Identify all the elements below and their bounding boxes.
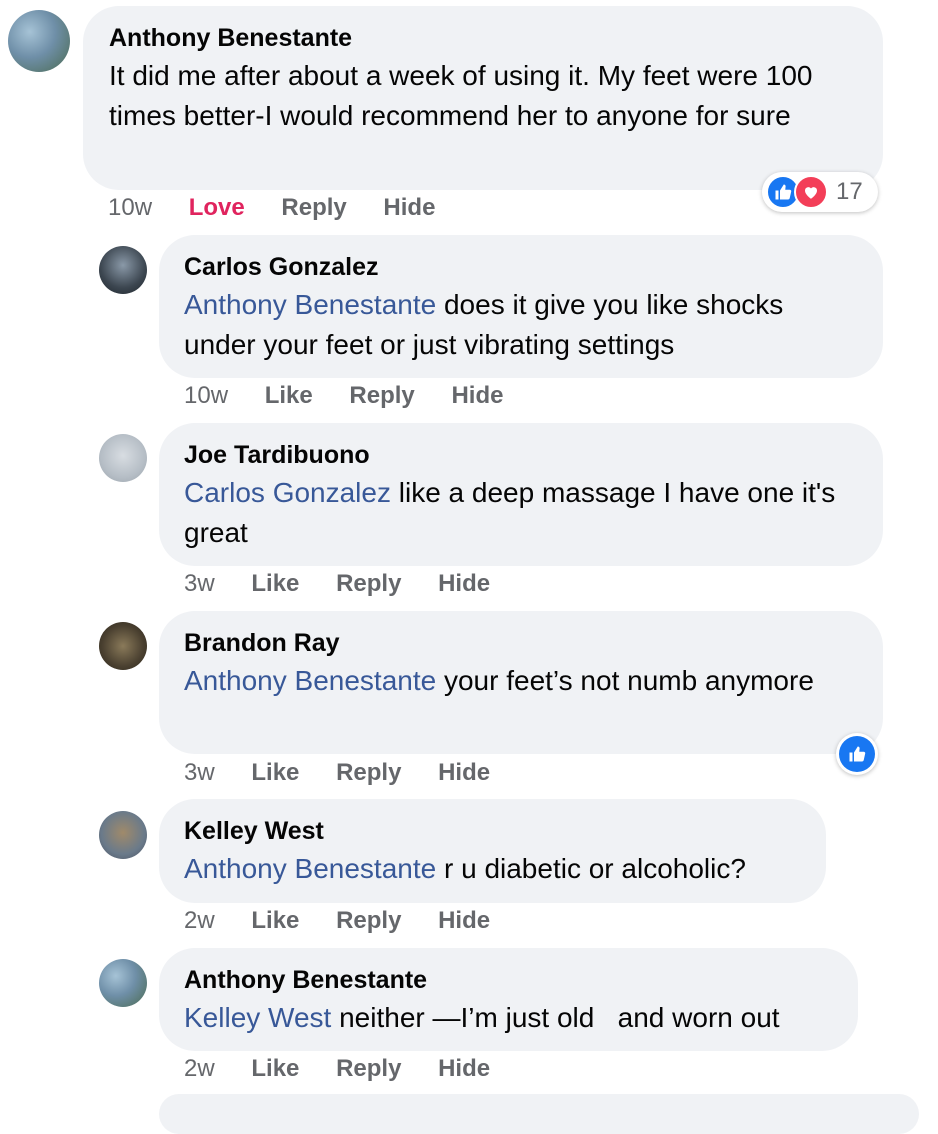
mention-link[interactable]: Anthony Benestante xyxy=(184,853,436,884)
love-icon xyxy=(794,175,828,209)
hide-button[interactable]: Hide xyxy=(438,1054,490,1084)
comment-bubble: Brandon Ray Anthony Benestante your feet… xyxy=(159,611,883,754)
comment-bubble: Kelley West Anthony Benestante r u diabe… xyxy=(159,799,826,903)
reply-button[interactable]: Reply xyxy=(336,569,401,599)
comment-author[interactable]: Joe Tardibuono xyxy=(184,439,858,471)
comment-author[interactable]: Anthony Benestante xyxy=(184,964,833,996)
comment-author[interactable]: Brandon Ray xyxy=(184,627,858,659)
comment-body: your feet’s not numb anymore xyxy=(436,665,814,696)
avatar[interactable] xyxy=(99,811,147,859)
comment-bubble: Joe Tardibuono Carlos Gonzalez like a de… xyxy=(159,423,883,566)
hide-button[interactable]: Hide xyxy=(438,758,490,788)
comment-author[interactable]: Carlos Gonzalez xyxy=(184,251,858,283)
like-button[interactable]: Like xyxy=(251,569,299,599)
comment-timestamp[interactable]: 2w xyxy=(184,1054,215,1084)
comment-actions: 2w Like Reply Hide xyxy=(184,906,520,936)
avatar[interactable] xyxy=(99,434,147,482)
comment-timestamp[interactable]: 3w xyxy=(184,758,215,788)
comment-actions: 10w Love Reply Hide xyxy=(108,193,465,223)
comment-actions: 3w Like Reply Hide xyxy=(184,569,520,599)
comment-timestamp[interactable]: 10w xyxy=(184,381,228,411)
like-button[interactable]: Like xyxy=(251,1054,299,1084)
avatar[interactable] xyxy=(99,622,147,670)
avatar[interactable] xyxy=(8,10,70,72)
comment-body: neither —I’m just old and worn out xyxy=(331,1002,780,1033)
comment-text: Kelley West neither —I’m just old and wo… xyxy=(184,998,833,1038)
comment-bubble: Anthony Benestante Kelley West neither —… xyxy=(159,948,858,1051)
avatar[interactable] xyxy=(99,246,147,294)
comment-bubble xyxy=(159,1094,919,1134)
comment-text: Anthony Benestante does it give you like… xyxy=(184,285,858,365)
like-button[interactable]: Like xyxy=(265,381,313,411)
comment-actions: 3w Like Reply Hide xyxy=(184,758,520,788)
reply-button[interactable]: Reply xyxy=(349,381,414,411)
comment-actions: 10w Like Reply Hide xyxy=(184,381,533,411)
comment-timestamp[interactable]: 10w xyxy=(108,193,152,223)
comment-actions: 2w Like Reply Hide xyxy=(184,1054,520,1084)
avatar[interactable] xyxy=(99,959,147,1007)
comment-timestamp[interactable]: 3w xyxy=(184,569,215,599)
comment-text: Anthony Benestante r u diabetic or alcoh… xyxy=(184,849,801,889)
hide-button[interactable]: Hide xyxy=(438,569,490,599)
reaction-count: 17 xyxy=(836,178,863,205)
mention-link[interactable]: Anthony Benestante xyxy=(184,665,436,696)
like-button[interactable]: Like xyxy=(251,758,299,788)
comment-body: It did me after about a week of using it… xyxy=(109,60,813,131)
mention-link[interactable]: Carlos Gonzalez xyxy=(184,477,391,508)
comment-author[interactable]: Anthony Benestante xyxy=(109,22,857,54)
comment-text: Carlos Gonzalez like a deep massage I ha… xyxy=(184,473,858,553)
reaction-summary[interactable]: 17 xyxy=(762,172,878,212)
mention-link[interactable]: Anthony Benestante xyxy=(184,289,436,320)
reply-button[interactable]: Reply xyxy=(336,906,401,936)
like-icon xyxy=(839,736,875,772)
like-button[interactable]: Like xyxy=(251,906,299,936)
reply-button[interactable]: Reply xyxy=(336,1054,401,1084)
reply-button[interactable]: Reply xyxy=(336,758,401,788)
hide-button[interactable]: Hide xyxy=(451,381,503,411)
love-button[interactable]: Love xyxy=(189,193,245,223)
hide-button[interactable]: Hide xyxy=(438,906,490,936)
reply-button[interactable]: Reply xyxy=(281,193,346,223)
comment-timestamp[interactable]: 2w xyxy=(184,906,215,936)
reaction-summary[interactable] xyxy=(836,733,878,775)
comment-body: r u diabetic or alcoholic? xyxy=(436,853,746,884)
mention-link[interactable]: Kelley West xyxy=(184,1002,331,1033)
comment-bubble: Carlos Gonzalez Anthony Benestante does … xyxy=(159,235,883,378)
comment-author[interactable]: Kelley West xyxy=(184,815,801,847)
comment-text: It did me after about a week of using it… xyxy=(109,56,857,136)
comment-bubble: Anthony Benestante It did me after about… xyxy=(83,6,883,190)
comment-text: Anthony Benestante your feet’s not numb … xyxy=(184,661,858,701)
hide-button[interactable]: Hide xyxy=(383,193,435,223)
